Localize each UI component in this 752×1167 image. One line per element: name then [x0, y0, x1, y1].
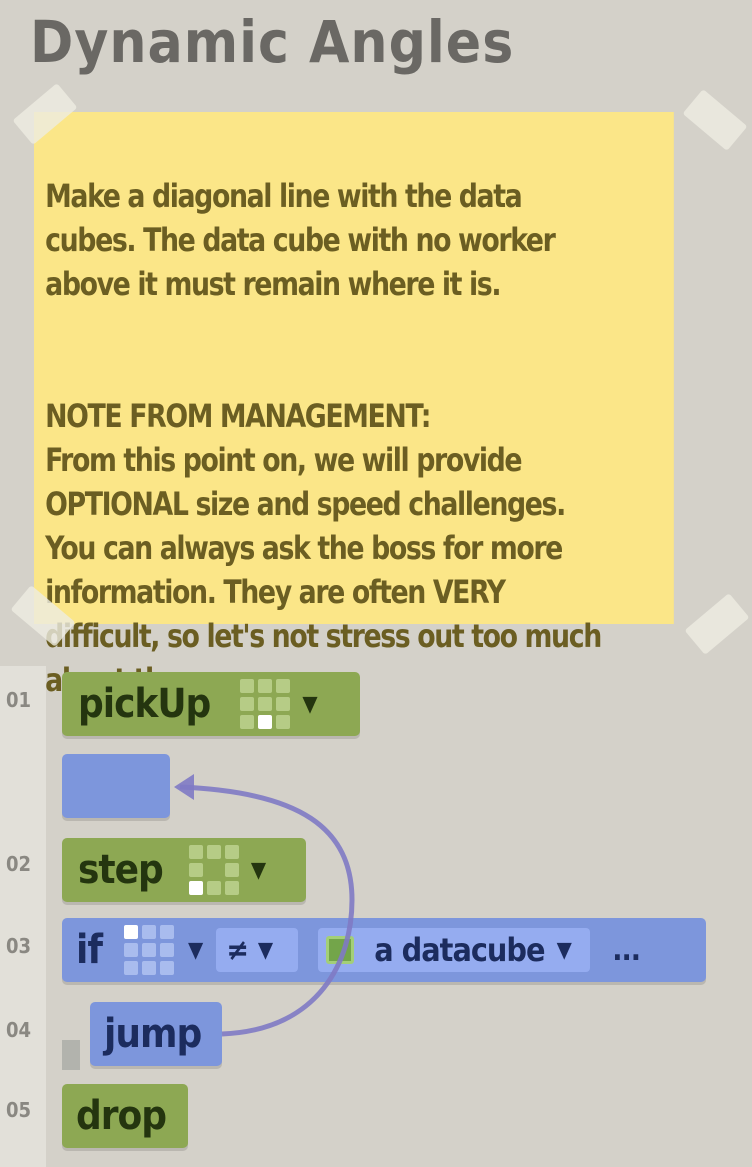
operator-dropdown[interactable]: ≠ ▼	[216, 928, 299, 972]
instructions-note: Make a diagonal line with the data cubes…	[34, 112, 674, 699]
drop-label: drop	[76, 1093, 167, 1139]
operator-value: ≠	[226, 932, 249, 968]
jump-command[interactable]: jump	[90, 1002, 222, 1066]
line-number: 05	[6, 1098, 32, 1122]
direction-down-icon[interactable]	[240, 679, 291, 729]
level-title: Dynamic Angles	[30, 8, 515, 76]
if-body-bracket	[62, 1040, 80, 1070]
pickup-label: pickUp	[78, 681, 211, 727]
step-label: step	[78, 847, 164, 893]
jump-label: jump	[104, 1011, 202, 1057]
if-command[interactable]: if ▼ ≠ ▼ a datacube ▼ ...	[62, 918, 706, 982]
chevron-down-icon: ▼	[556, 937, 572, 963]
pickup-command[interactable]: pickUp ▼	[62, 672, 360, 736]
drop-command[interactable]: drop	[62, 1084, 188, 1148]
step-command[interactable]: step ▼	[62, 838, 306, 902]
direction-down-left-icon[interactable]	[188, 845, 239, 895]
if-label: if	[76, 927, 103, 973]
datacube-icon	[326, 936, 355, 964]
management-note-text: NOTE FROM MANAGEMENT: From this point on…	[45, 397, 602, 699]
more-options-button[interactable]: ...	[612, 933, 641, 968]
chevron-down-icon[interactable]: ▼	[188, 938, 203, 963]
target-value: a datacube	[374, 931, 545, 969]
chevron-down-icon: ▼	[257, 937, 273, 963]
line-number: 03	[6, 934, 32, 958]
jump-target[interactable]	[62, 754, 170, 818]
line-number: 02	[6, 852, 32, 876]
instructions-text: Make a diagonal line with the data cubes…	[45, 177, 556, 303]
target-dropdown[interactable]: a datacube ▼	[318, 928, 591, 972]
chevron-down-icon[interactable]: ▼	[302, 692, 317, 717]
chevron-down-icon[interactable]: ▼	[251, 858, 266, 883]
direction-all-icon[interactable]	[123, 925, 174, 975]
line-number: 04	[6, 1018, 32, 1042]
line-number-gutter	[0, 666, 46, 1167]
tape-bottom-right	[684, 593, 750, 655]
tape-top-right	[682, 89, 748, 151]
line-number: 01	[6, 688, 32, 712]
